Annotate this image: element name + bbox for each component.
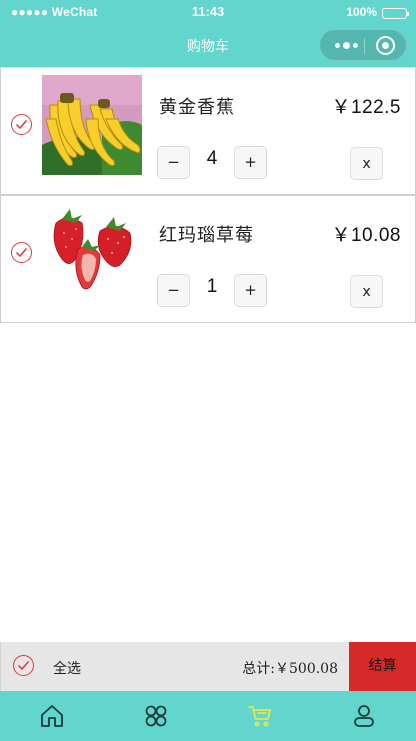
decrease-button[interactable]: − [157, 274, 190, 307]
select-all-check-icon[interactable] [13, 655, 34, 676]
mini-program-capsule [319, 29, 407, 61]
quantity-value: 4 [206, 148, 218, 169]
item-name: 黄金香蕉 [159, 97, 235, 118]
cart-item: 红玛瑙草莓 ￥10.08 − 1 + x [0, 195, 416, 323]
item-name: 红玛瑙草莓 [159, 225, 254, 246]
home-icon [41, 705, 63, 727]
cart-list: 黄金香蕉 ￥122.5 − 4 + x 红玛瑙草莓 ￥10.08 − 1 + x [0, 67, 416, 323]
battery-percent: 100% [346, 5, 377, 19]
quantity-value: 1 [206, 276, 218, 297]
checkout-button[interactable]: 结算 [349, 642, 416, 691]
status-bar: ●●●●● WeChat 11:43 100% [0, 0, 416, 24]
item-check-icon[interactable] [11, 242, 32, 263]
tab-profile[interactable] [312, 691, 416, 741]
item-check-icon[interactable] [11, 114, 32, 135]
banana-image[interactable] [42, 75, 142, 175]
delete-button[interactable]: x [350, 147, 383, 180]
cart-icon [248, 706, 271, 727]
cart-summary-bar: 全选 总计:￥500.08 结算 [0, 642, 416, 691]
capsule-divider [364, 38, 365, 54]
top-bar: ●●●●● WeChat 11:43 100% 购物车 [0, 0, 416, 67]
delete-button[interactable]: x [350, 275, 383, 308]
decrease-button[interactable]: − [157, 146, 190, 179]
tab-home[interactable] [0, 691, 104, 741]
increase-button[interactable]: + [234, 274, 267, 307]
item-price: ￥122.5 [331, 97, 401, 118]
phone-screen: ●●●●● WeChat 11:43 100% 购物车 黄金香蕉 ￥122.5 … [0, 0, 416, 741]
cart-item: 黄金香蕉 ￥122.5 − 4 + x [0, 67, 416, 195]
increase-button[interactable]: + [234, 146, 267, 179]
battery-icon [382, 8, 409, 19]
total-price: 总计:￥500.08 [242, 661, 338, 677]
category-icon [145, 705, 167, 727]
select-all-label[interactable]: 全选 [53, 658, 81, 678]
user-icon [354, 705, 374, 727]
more-dots-icon[interactable] [329, 38, 363, 52]
target-circle-icon[interactable] [376, 36, 395, 55]
tab-bar [0, 691, 416, 741]
tab-cart[interactable] [208, 691, 312, 741]
tab-category[interactable] [104, 691, 208, 741]
item-price: ￥10.08 [331, 225, 401, 246]
strawberry-image[interactable] [42, 203, 142, 303]
